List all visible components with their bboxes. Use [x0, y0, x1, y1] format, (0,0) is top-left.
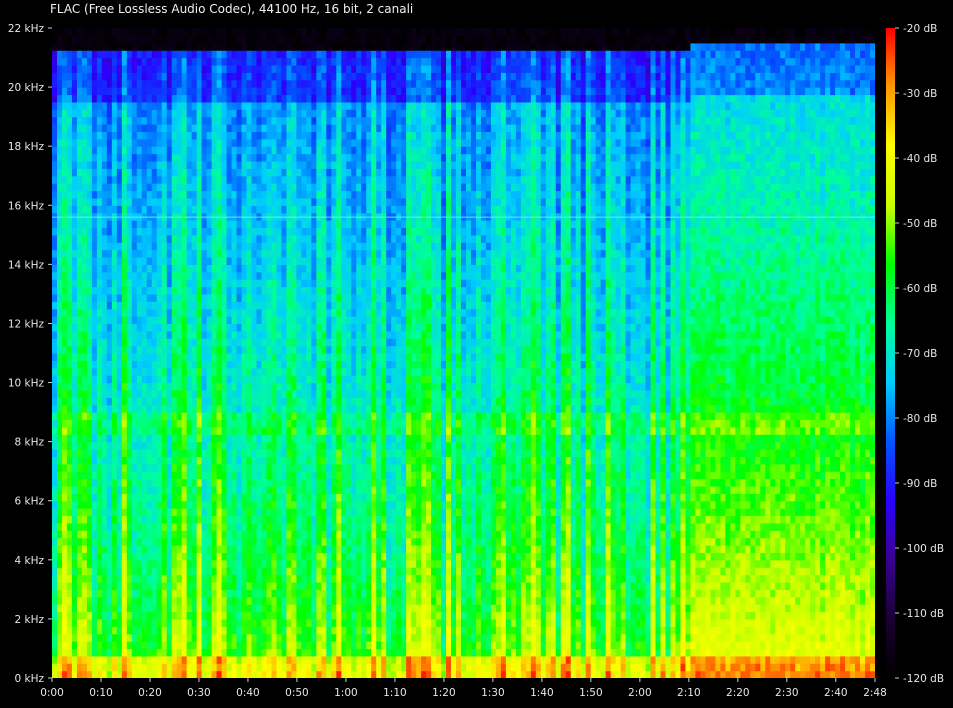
x-tick-label: 1:00 [334, 687, 358, 699]
y-tick-label: 4 kHz [14, 555, 44, 567]
colorbar-tick-label: -80 dB [903, 413, 937, 425]
spectrogram-area [52, 28, 875, 678]
colorbar-tick-label: -110 dB [903, 608, 944, 620]
y-tick-label: 16 kHz [8, 200, 45, 212]
x-tick-label: 0:00 [40, 687, 64, 699]
y-tick-label: 22 kHz [8, 23, 45, 35]
x-tick-label: 0:30 [187, 687, 211, 699]
spectrogram-chart: 0 kHz 2 kHz 4 kHz 6 kHz 8 kHz 10 kHz 12 kHz 14 … [8, 23, 944, 699]
x-tick-label: 2:40 [824, 687, 848, 699]
colorbar-tick-label: -40 dB [903, 153, 937, 165]
colorbar-tick-label: -100 dB [903, 543, 944, 555]
colorbar-tick-label: -70 dB [903, 348, 937, 360]
y-tick-label: 12 kHz [8, 318, 45, 330]
x-tick-label: 0:50 [285, 687, 309, 699]
x-tick-label: 0:10 [89, 687, 113, 699]
x-tick-label: 2:10 [677, 687, 701, 699]
y-tick-label: 20 kHz [8, 82, 45, 94]
colorbar-tick-label: -30 dB [903, 88, 937, 100]
x-tick-label: 1:30 [481, 687, 505, 699]
x-tick-label: 1:50 [579, 687, 603, 699]
x-tick-label: 2:00 [628, 687, 652, 699]
y-tick-label: 0 kHz [14, 673, 44, 685]
colorbar [886, 28, 895, 678]
y-tick-label: 6 kHz [14, 496, 44, 508]
y-tick-label: 18 kHz [8, 141, 45, 153]
x-tick-label: 1:10 [383, 687, 407, 699]
x-tick-label: 2:48 [863, 687, 887, 699]
y-tick-label: 8 kHz [14, 437, 44, 449]
y-tick-label: 2 kHz [14, 614, 44, 626]
colorbar-tick-label: -50 dB [903, 218, 937, 230]
colorbar-axis: -20 dB -30 dB -40 dB -50 dB -60 dB -70 dB -80 … [895, 23, 944, 685]
x-tick-label: 1:40 [530, 687, 554, 699]
x-tick-label: 0:20 [138, 687, 162, 699]
x-tick-label: 0:40 [236, 687, 260, 699]
y-axis: 0 kHz 2 kHz 4 kHz 6 kHz 8 kHz 10 kHz 12 kHz 14 … [8, 23, 52, 685]
colorbar-tick-label: -60 dB [903, 283, 937, 295]
y-tick-label: 14 kHz [8, 259, 45, 271]
colorbar-tick-label: -90 dB [903, 478, 937, 490]
x-axis: 0:00 0:10 0:20 0:30 0:40 0:50 1:00 1:10 1:20 1:30… [40, 678, 887, 699]
x-tick-label: 1:20 [432, 687, 456, 699]
y-tick-label: 10 kHz [8, 378, 45, 390]
x-tick-label: 2:30 [775, 687, 799, 699]
colorbar-tick-label: -20 dB [903, 23, 937, 35]
colorbar-tick-label: -120 dB [903, 673, 944, 685]
x-tick-label: 2:20 [726, 687, 750, 699]
